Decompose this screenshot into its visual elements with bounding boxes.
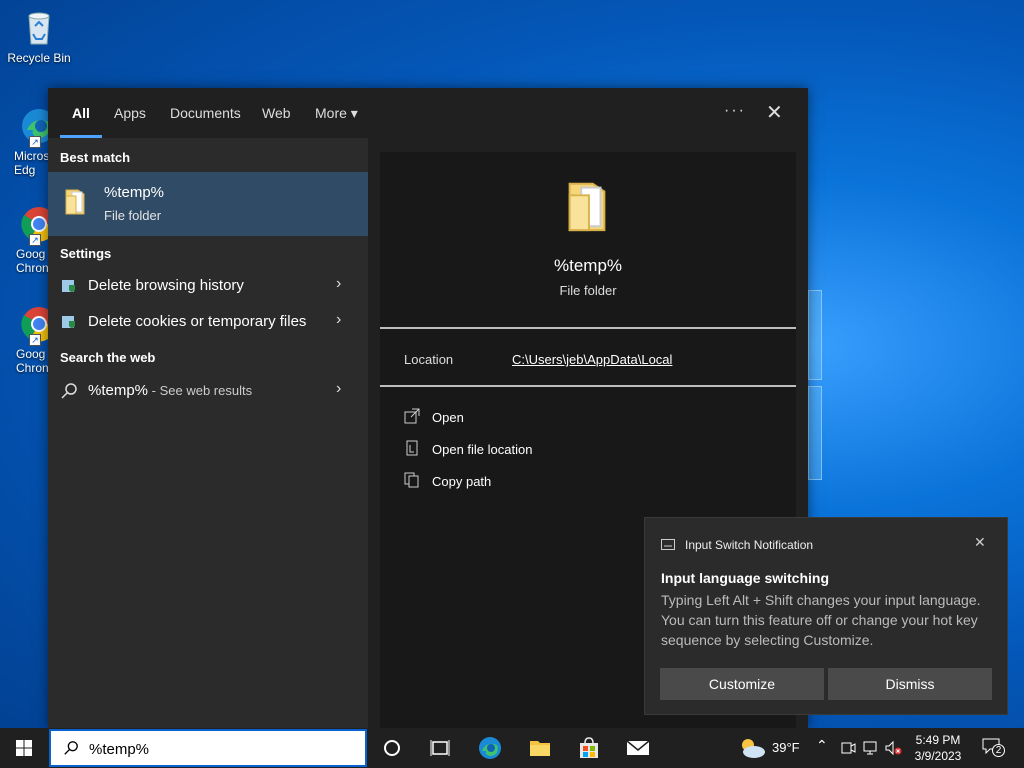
input-switch-notification: Input Switch Notification ✕ Input langua… <box>644 517 1008 715</box>
meet-now-icon[interactable] <box>840 740 856 756</box>
file-location-icon <box>406 440 418 456</box>
best-match-title: %temp% <box>104 184 165 201</box>
recycle-bin-icon <box>19 8 59 48</box>
action-label: Copy path <box>432 474 492 489</box>
web-result-suffix: - See web results <box>148 383 253 398</box>
shortcut-arrow-icon: ↗ <box>29 234 41 246</box>
tab-web[interactable]: Web <box>262 105 291 121</box>
notification-count-badge: 2 <box>992 744 1005 757</box>
open-icon <box>404 408 420 424</box>
clock-date: 3/9/2023 <box>914 749 962 763</box>
keyboard-icon <box>661 539 675 550</box>
action-center-button[interactable]: 2 <box>980 736 1008 760</box>
action-label: Open <box>432 410 464 425</box>
weather-cloud-icon[interactable] <box>738 737 766 759</box>
store-icon[interactable] <box>577 736 601 760</box>
taskbar-search-box[interactable]: %temp% <box>49 729 367 767</box>
close-icon[interactable]: ✕ <box>974 534 986 551</box>
chevron-right-icon[interactable]: › <box>336 311 341 329</box>
settings-shield-icon <box>62 280 75 292</box>
search-input[interactable]: %temp% <box>89 741 149 758</box>
web-result[interactable]: %temp% - See web results › <box>48 374 368 408</box>
web-result-label: %temp% - See web results <box>88 382 252 399</box>
mail-icon[interactable] <box>626 736 650 760</box>
preview-title: %temp% <box>553 256 623 275</box>
notification-title: Input language switching <box>661 570 829 586</box>
search-icon <box>64 741 78 755</box>
folder-icon <box>568 182 606 232</box>
search-tab-bar: All Apps Documents Web More ▾ ··· ✕ <box>48 88 808 138</box>
tab-documents[interactable]: Documents <box>170 105 241 121</box>
clock[interactable]: 5:49 PM 3/9/2023 <box>906 732 970 764</box>
task-view-icon[interactable] <box>428 736 452 760</box>
wallpaper-pane <box>808 386 822 480</box>
network-icon[interactable] <box>862 740 878 756</box>
settings-item-label: Delete cookies or temporary files <box>88 313 307 330</box>
tab-more-label: More <box>315 105 347 121</box>
windows-logo-icon <box>16 740 32 756</box>
preview-subtitle: File folder <box>559 283 617 298</box>
desktop-icon-label: Recycle Bin <box>7 51 71 65</box>
taskbar: %temp% 39°F ⌃ 5:49 PM 3/9/2023 2 <box>0 728 1024 768</box>
location-link[interactable]: C:\Users\jeb\AppData\Local <box>512 352 672 367</box>
settings-item-label: Delete browsing history <box>88 277 244 294</box>
start-button[interactable] <box>0 728 48 768</box>
best-match-heading: Best match <box>60 150 131 165</box>
search-icon <box>61 383 77 399</box>
tab-more[interactable]: More ▾ <box>315 105 358 122</box>
chevron-right-icon[interactable]: › <box>336 380 341 398</box>
best-match-result[interactable]: %temp% File folder <box>48 172 368 236</box>
chevron-up-icon[interactable]: ⌃ <box>816 737 828 754</box>
file-explorer-icon[interactable] <box>528 736 552 760</box>
notification-app-name: Input Switch Notification <box>685 538 814 552</box>
shortcut-arrow-icon: ↗ <box>29 136 41 148</box>
weather-temperature[interactable]: 39°F <box>772 740 800 755</box>
divider <box>380 327 796 329</box>
tab-apps[interactable]: Apps <box>114 105 146 121</box>
settings-item-delete-cookies[interactable]: Delete cookies or temporary files › <box>48 305 368 339</box>
dismiss-button[interactable]: Dismiss <box>828 668 992 700</box>
tab-all[interactable]: All <box>72 105 90 121</box>
action-label: Open file location <box>432 442 533 457</box>
desktop-icon-recycle-bin[interactable]: Recycle Bin <box>4 8 74 65</box>
settings-item-delete-browsing-history[interactable]: Delete browsing history › <box>48 269 368 303</box>
more-options-icon[interactable]: ··· <box>724 102 746 120</box>
shortcut-arrow-icon: ↗ <box>29 334 41 346</box>
cortana-icon[interactable] <box>380 736 404 760</box>
results-list: Best match %temp% File folder Settings D… <box>48 138 368 728</box>
settings-heading: Settings <box>60 246 112 261</box>
settings-shield-icon <box>62 316 75 328</box>
location-label: Location <box>404 352 454 367</box>
search-web-heading: Search the web <box>60 350 156 365</box>
web-result-query: %temp% <box>88 382 149 399</box>
customize-button[interactable]: Customize <box>660 668 824 700</box>
close-icon[interactable]: ✕ <box>766 100 783 125</box>
best-match-subtitle: File folder <box>104 208 162 223</box>
wallpaper-pane <box>808 290 822 380</box>
chevron-right-icon[interactable]: › <box>336 275 341 293</box>
edge-icon[interactable] <box>478 736 502 760</box>
chevron-down-icon: ▾ <box>350 105 358 121</box>
copy-icon <box>404 472 419 488</box>
volume-muted-icon[interactable] <box>884 740 902 756</box>
divider <box>380 385 796 387</box>
notification-body: Typing Left Alt + Shift changes your inp… <box>661 592 981 648</box>
clock-time: 5:49 PM <box>915 733 961 747</box>
folder-icon <box>65 189 85 215</box>
